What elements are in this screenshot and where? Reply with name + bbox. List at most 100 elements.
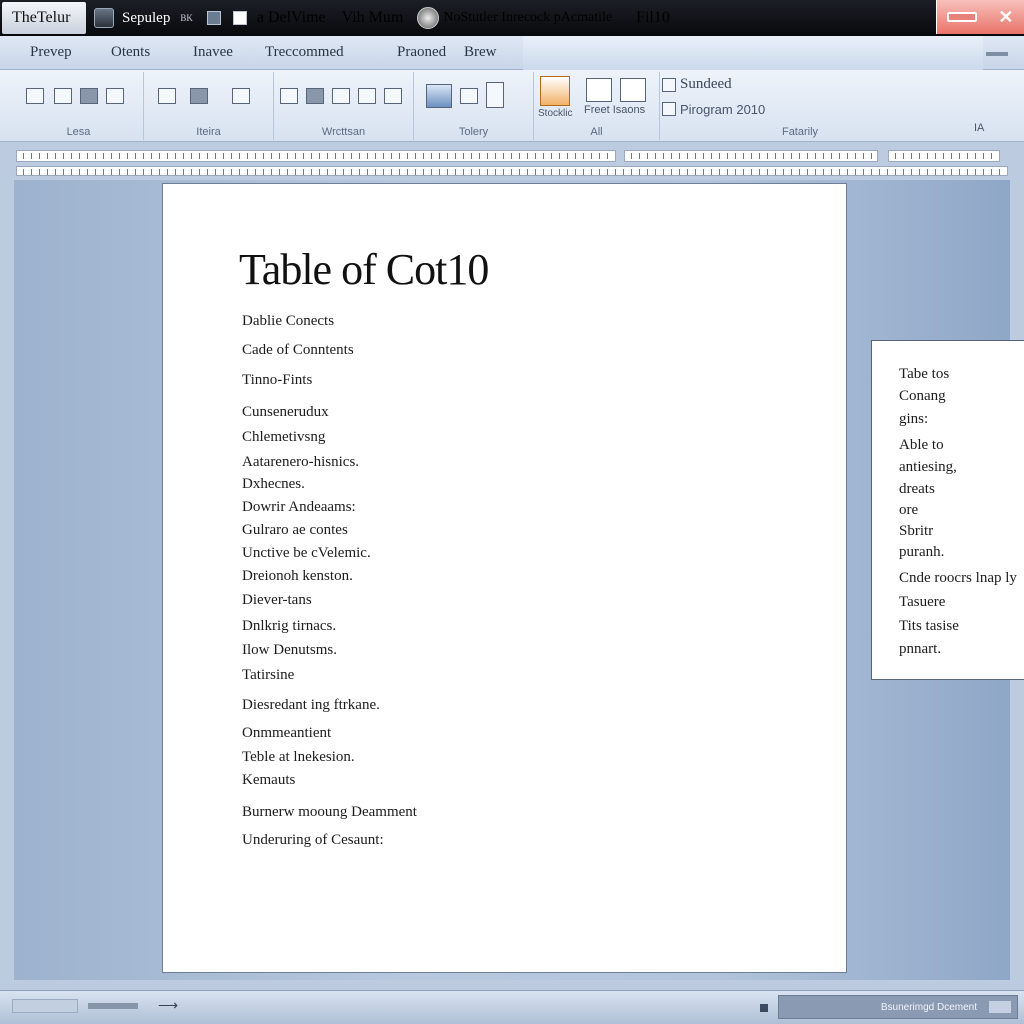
side-panel-line: puranh.	[899, 544, 945, 560]
ruler-tick	[559, 153, 560, 159]
ruler-tick	[959, 153, 960, 159]
ruler-tick	[207, 153, 208, 159]
ruler-tick	[183, 169, 184, 175]
toc-line: Diesredant ing ftrkane.	[242, 697, 380, 713]
ruler-tick	[247, 153, 248, 159]
ruler-tick	[919, 153, 920, 159]
list-icon[interactable]	[232, 88, 250, 104]
ruler-tick	[207, 169, 208, 175]
ruler-tick	[583, 153, 584, 159]
close-icon[interactable]: ✕	[998, 7, 1013, 28]
tab-ruler[interactable]	[16, 166, 1008, 176]
table-icon[interactable]	[384, 88, 402, 104]
ruler-tick	[767, 153, 768, 159]
ruler-tick	[191, 169, 192, 175]
format-icon[interactable]	[460, 88, 478, 104]
standard-icon[interactable]	[662, 78, 676, 92]
ruler-tick	[887, 169, 888, 175]
ruler-tick	[287, 153, 288, 159]
ruler-tick	[463, 169, 464, 175]
ruler-tick	[135, 153, 136, 159]
ruler-tick	[183, 153, 184, 159]
ruler-tick	[543, 153, 544, 159]
document-page[interactable]: Table of Cot10 Dablie Conects Cade of Co…	[162, 183, 847, 973]
italic-icon[interactable]	[54, 88, 72, 104]
ruler-tick	[431, 153, 432, 159]
ruler-tick	[455, 169, 456, 175]
toc-line: Underuring of Cesaunt:	[242, 832, 384, 848]
tab-otents[interactable]: Otents	[111, 44, 150, 61]
ruler-tick	[335, 169, 336, 175]
side-panel[interactable]: Tabe tos Conang gins: Able to antiesing,…	[871, 340, 1024, 680]
ruler-tick	[159, 169, 160, 175]
doc-grid-icon[interactable]	[586, 78, 612, 102]
arrow-icon[interactable]: ⟶	[158, 997, 178, 1014]
horizontal-ruler-2[interactable]	[624, 150, 878, 162]
ruler-tick	[503, 169, 504, 175]
ruler-tick	[911, 169, 912, 175]
ruler-tick	[367, 153, 368, 159]
word-count-indicator[interactable]	[88, 1003, 138, 1009]
ruler-tick	[687, 169, 688, 175]
ruler-tick	[655, 153, 656, 159]
ruler-tick	[615, 169, 616, 175]
page-indicator[interactable]	[12, 999, 78, 1013]
save-icon[interactable]	[206, 11, 221, 25]
horizontal-ruler-3[interactable]	[888, 150, 1000, 162]
word-processor-window: TheTelur Sepulep BK a DelVime Vih Mum No…	[0, 0, 1024, 1024]
ruler-tick	[927, 169, 928, 175]
standard-label[interactable]: Sundeed	[680, 76, 732, 93]
ruler-tick	[991, 169, 992, 175]
ruler-tick	[255, 153, 256, 159]
outdent-icon[interactable]	[306, 88, 324, 104]
ribbon: Lesa Iteira Wrcttsan Tolery Stocklic Fre…	[0, 70, 1024, 142]
highlight-icon[interactable]	[106, 88, 124, 104]
tab-inavee[interactable]: Inavee	[193, 44, 233, 61]
ruler-tick	[543, 169, 544, 175]
ruler-tick	[167, 153, 168, 159]
bold-icon[interactable]	[26, 88, 44, 104]
ruler-tick	[295, 169, 296, 175]
menu-strip	[523, 36, 983, 70]
print-icon[interactable]	[232, 11, 247, 25]
tab-brew[interactable]: Brew	[464, 44, 497, 61]
doc-list-icon[interactable]	[620, 78, 646, 102]
columns-icon[interactable]	[358, 88, 376, 104]
ruler-tick	[855, 153, 856, 159]
quick-style-icon[interactable]	[540, 76, 570, 106]
tab-treccommed[interactable]: Treccommed	[265, 44, 344, 61]
paragraph-icon[interactable]	[332, 88, 350, 104]
program-icon[interactable]	[662, 102, 676, 116]
ruler-tick	[847, 169, 848, 175]
minimize-button[interactable]	[947, 12, 978, 22]
toc-line: Tatirsine	[242, 667, 295, 683]
indent-icon[interactable]	[280, 88, 298, 104]
view-toggle-icon[interactable]	[760, 1004, 768, 1012]
ruler-tick	[719, 153, 720, 159]
globe-icon[interactable]	[417, 7, 440, 29]
toc-line: Teble at lnekesion.	[242, 749, 355, 765]
align-left-icon[interactable]	[158, 88, 176, 104]
underline-icon[interactable]	[80, 88, 98, 104]
ruler-tick	[759, 169, 760, 175]
ruler-tick	[351, 169, 352, 175]
zoom-slider[interactable]	[989, 1001, 1011, 1013]
tab-prevep[interactable]: Prevep	[30, 44, 72, 61]
align-center-icon[interactable]	[190, 88, 208, 104]
ruler-tick	[855, 169, 856, 175]
program-label[interactable]: Pirogram 2010	[680, 102, 765, 117]
gallery-icon[interactable]	[486, 82, 504, 108]
styles-icon[interactable]	[426, 84, 452, 108]
ribbon-minimize-icon[interactable]	[986, 52, 1008, 56]
ruler-tick	[263, 153, 264, 159]
ruler-tick	[591, 153, 592, 159]
app-title-tab[interactable]: TheTelur	[2, 2, 86, 34]
tab-praoned[interactable]: Praoned	[397, 44, 446, 61]
ruler-tick	[215, 153, 216, 159]
group-label: All	[590, 126, 603, 138]
document-icon[interactable]	[94, 8, 114, 28]
ruler-tick	[343, 153, 344, 159]
ruler-tick	[631, 169, 632, 175]
ruler-tick	[47, 169, 48, 175]
horizontal-ruler[interactable]	[16, 150, 616, 162]
